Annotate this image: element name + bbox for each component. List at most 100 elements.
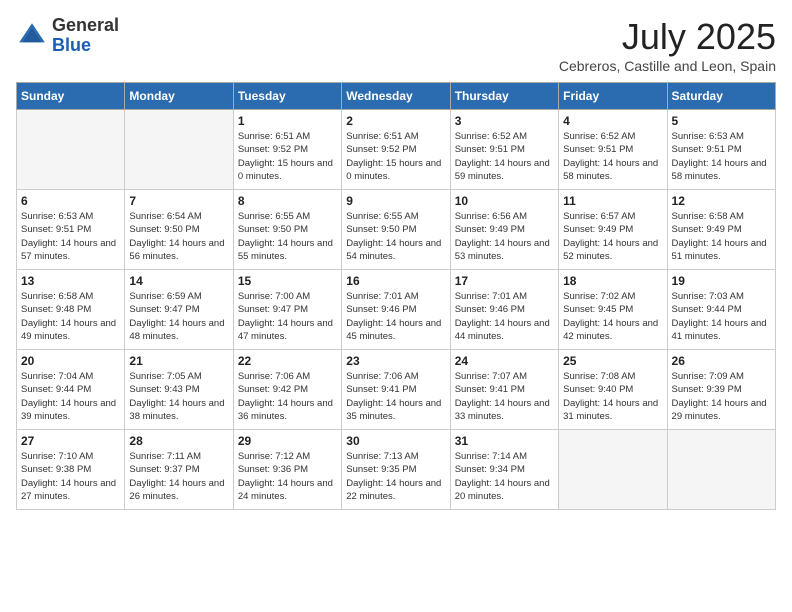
day-number: 25 [563, 354, 662, 368]
calendar-cell: 9Sunrise: 6:55 AMSunset: 9:50 PMDaylight… [342, 190, 450, 270]
day-number: 13 [21, 274, 120, 288]
day-info: Sunrise: 6:58 AMSunset: 9:48 PMDaylight:… [21, 290, 120, 343]
calendar-cell [667, 430, 775, 510]
weekday-header-saturday: Saturday [667, 83, 775, 110]
calendar-cell: 22 Sunrise: 7:06 AMSunset: 9:42 PMDayligh… [233, 350, 341, 430]
day-info: Sunrise: 6:52 AMSunset: 9:51 PMDaylight:… [455, 130, 554, 183]
calendar-cell: 7 Sunrise: 6:54 AMSunset: 9:50 PMDaylight… [125, 190, 233, 270]
day-number: 10 [455, 194, 554, 208]
calendar-cell: 11 Sunrise: 6:57 AMSunset: 9:49 PMDayligh… [559, 190, 667, 270]
day-number: 8 [238, 194, 337, 208]
day-info: Sunrise: 6:56 AMSunset: 9:49 PMDaylight:… [455, 210, 554, 263]
day-number: 6 [21, 194, 120, 208]
day-info: Sunrise: 7:05 AMSunset: 9:43 PMDaylight:… [129, 370, 228, 423]
day-number: 1 [238, 114, 337, 128]
day-number: 21 [129, 354, 228, 368]
calendar-cell [17, 110, 125, 190]
weekday-header-monday: Monday [125, 83, 233, 110]
calendar-cell: 29 Sunrise: 7:12 AMSunset: 9:36 PMDayligh… [233, 430, 341, 510]
day-number: 26 [672, 354, 771, 368]
calendar-cell: 31Sunrise: 7:14 AMSunset: 9:34 PMDayligh… [450, 430, 558, 510]
day-info: Sunrise: 6:59 AMSunset: 9:47 PMDaylight:… [129, 290, 228, 343]
day-number: 14 [129, 274, 228, 288]
day-number: 16 [346, 274, 445, 288]
day-number: 15 [238, 274, 337, 288]
day-number: 5 [672, 114, 771, 128]
day-info: Sunrise: 7:02 AMSunset: 9:45 PMDaylight:… [563, 290, 662, 343]
day-info: Sunrise: 7:04 AMSunset: 9:44 PMDaylight:… [21, 370, 120, 423]
day-info: Sunrise: 7:09 AMSunset: 9:39 PMDaylight:… [672, 370, 771, 423]
calendar-cell: 27 Sunrise: 7:10 AMSunset: 9:38 PMDayligh… [17, 430, 125, 510]
calendar-cell: 26 Sunrise: 7:09 AMSunset: 9:39 PMDayligh… [667, 350, 775, 430]
weekday-header-tuesday: Tuesday [233, 83, 341, 110]
day-info: Sunrise: 7:01 AMSunset: 9:46 PMDaylight:… [455, 290, 554, 343]
day-number: 18 [563, 274, 662, 288]
day-number: 20 [21, 354, 120, 368]
day-number: 12 [672, 194, 771, 208]
day-number: 31 [455, 434, 554, 448]
day-number: 29 [238, 434, 337, 448]
day-number: 11 [563, 194, 662, 208]
calendar-cell: 24Sunrise: 7:07 AMSunset: 9:41 PMDayligh… [450, 350, 558, 430]
calendar-cell: 10 Sunrise: 6:56 AMSunset: 9:49 PMDayligh… [450, 190, 558, 270]
day-number: 4 [563, 114, 662, 128]
day-number: 22 [238, 354, 337, 368]
day-info: Sunrise: 6:53 AMSunset: 9:51 PMDaylight:… [21, 210, 120, 263]
title-block: July 2025 Cebreros, Castille and Leon, S… [559, 16, 776, 74]
calendar-cell: 19 Sunrise: 7:03 AMSunset: 9:44 PMDayligh… [667, 270, 775, 350]
weekday-header-sunday: Sunday [17, 83, 125, 110]
day-info: Sunrise: 7:06 AMSunset: 9:42 PMDaylight:… [238, 370, 337, 423]
day-info: Sunrise: 7:10 AMSunset: 9:38 PMDaylight:… [21, 450, 120, 503]
day-info: Sunrise: 6:54 AMSunset: 9:50 PMDaylight:… [129, 210, 228, 263]
calendar-cell: 4 Sunrise: 6:52 AMSunset: 9:51 PMDaylight… [559, 110, 667, 190]
day-info: Sunrise: 6:57 AMSunset: 9:49 PMDaylight:… [563, 210, 662, 263]
weekday-header-friday: Friday [559, 83, 667, 110]
calendar-cell: 14 Sunrise: 6:59 AMSunset: 9:47 PMDayligh… [125, 270, 233, 350]
weekday-header-wednesday: Wednesday [342, 83, 450, 110]
day-info: Sunrise: 6:52 AMSunset: 9:51 PMDaylight:… [563, 130, 662, 183]
day-number: 28 [129, 434, 228, 448]
calendar-cell: 16 Sunrise: 7:01 AMSunset: 9:46 PMDayligh… [342, 270, 450, 350]
day-info: Sunrise: 7:08 AMSunset: 9:40 PMDaylight:… [563, 370, 662, 423]
day-number: 17 [455, 274, 554, 288]
day-info: Sunrise: 7:07 AMSunset: 9:41 PMDaylight:… [455, 370, 554, 423]
month-title: July 2025 [559, 16, 776, 58]
day-number: 27 [21, 434, 120, 448]
logo-general-text: General [52, 15, 119, 35]
day-number: 19 [672, 274, 771, 288]
day-info: Sunrise: 7:12 AMSunset: 9:36 PMDaylight:… [238, 450, 337, 503]
logo-blue-text: Blue [52, 35, 91, 55]
calendar-cell [559, 430, 667, 510]
calendar-cell: 30 Sunrise: 7:13 AMSunset: 9:35 PMDayligh… [342, 430, 450, 510]
calendar-cell [125, 110, 233, 190]
day-info: Sunrise: 6:58 AMSunset: 9:49 PMDaylight:… [672, 210, 771, 263]
day-number: 7 [129, 194, 228, 208]
page-header: General Blue July 2025 Cebreros, Castill… [16, 16, 776, 74]
logo-icon [16, 20, 48, 52]
day-info: Sunrise: 7:00 AMSunset: 9:47 PMDaylight:… [238, 290, 337, 343]
calendar-cell: 20 Sunrise: 7:04 AMSunset: 9:44 PMDayligh… [17, 350, 125, 430]
day-info: Sunrise: 7:03 AMSunset: 9:44 PMDaylight:… [672, 290, 771, 343]
calendar-cell: 15 Sunrise: 7:00 AMSunset: 9:47 PMDayligh… [233, 270, 341, 350]
calendar-cell: 25 Sunrise: 7:08 AMSunset: 9:40 PMDayligh… [559, 350, 667, 430]
day-number: 23 [346, 354, 445, 368]
day-info: Sunrise: 6:51 AMSunset: 9:52 PMDaylight:… [238, 130, 337, 183]
calendar-cell: 21 Sunrise: 7:05 AMSunset: 9:43 PMDayligh… [125, 350, 233, 430]
day-number: 30 [346, 434, 445, 448]
calendar-cell: 3 Sunrise: 6:52 AMSunset: 9:51 PMDaylight… [450, 110, 558, 190]
calendar-cell: 8Sunrise: 6:55 AMSunset: 9:50 PMDaylight… [233, 190, 341, 270]
day-info: Sunrise: 7:13 AMSunset: 9:35 PMDaylight:… [346, 450, 445, 503]
weekday-header-thursday: Thursday [450, 83, 558, 110]
location: Cebreros, Castille and Leon, Spain [559, 58, 776, 74]
day-info: Sunrise: 6:53 AMSunset: 9:51 PMDaylight:… [672, 130, 771, 183]
day-info: Sunrise: 7:11 AMSunset: 9:37 PMDaylight:… [129, 450, 228, 503]
logo: General Blue [16, 16, 119, 56]
calendar-cell: 2Sunrise: 6:51 AMSunset: 9:52 PMDaylight… [342, 110, 450, 190]
day-info: Sunrise: 7:06 AMSunset: 9:41 PMDaylight:… [346, 370, 445, 423]
calendar-cell: 5 Sunrise: 6:53 AMSunset: 9:51 PMDaylight… [667, 110, 775, 190]
day-number: 9 [346, 194, 445, 208]
calendar-cell: 23 Sunrise: 7:06 AMSunset: 9:41 PMDayligh… [342, 350, 450, 430]
day-info: Sunrise: 7:01 AMSunset: 9:46 PMDaylight:… [346, 290, 445, 343]
day-info: Sunrise: 6:51 AMSunset: 9:52 PMDaylight:… [346, 130, 445, 183]
day-number: 3 [455, 114, 554, 128]
